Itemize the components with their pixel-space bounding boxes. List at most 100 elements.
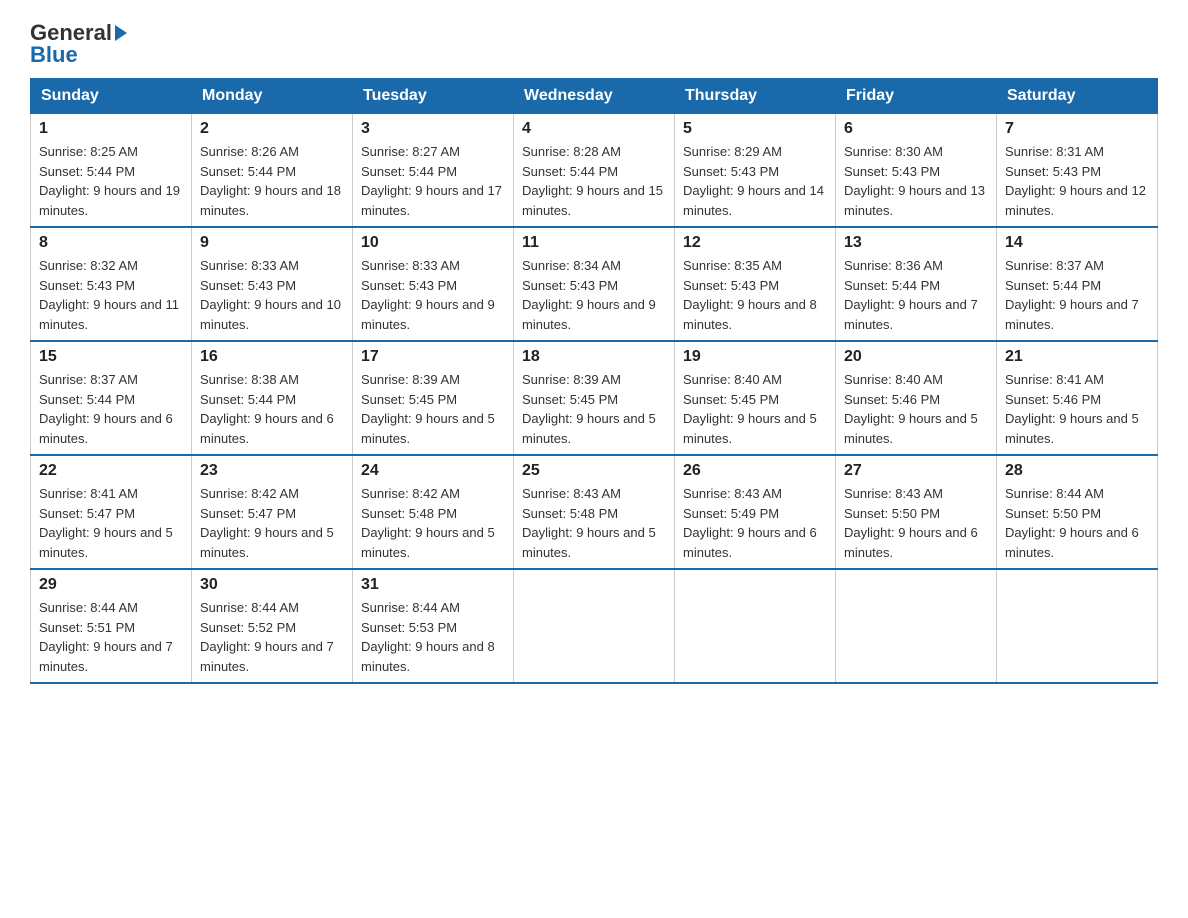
logo-arrow-icon xyxy=(115,25,127,41)
calendar-cell: 11 Sunrise: 8:34 AMSunset: 5:43 PMDaylig… xyxy=(514,227,675,341)
day-number: 13 xyxy=(844,234,988,252)
day-number: 19 xyxy=(683,348,827,366)
day-number: 31 xyxy=(361,576,505,594)
day-info: Sunrise: 8:26 AMSunset: 5:44 PMDaylight:… xyxy=(200,144,341,218)
day-info: Sunrise: 8:44 AMSunset: 5:50 PMDaylight:… xyxy=(1005,486,1139,560)
calendar-cell: 19 Sunrise: 8:40 AMSunset: 5:45 PMDaylig… xyxy=(675,341,836,455)
calendar-cell: 26 Sunrise: 8:43 AMSunset: 5:49 PMDaylig… xyxy=(675,455,836,569)
day-info: Sunrise: 8:43 AMSunset: 5:50 PMDaylight:… xyxy=(844,486,978,560)
calendar-cell: 14 Sunrise: 8:37 AMSunset: 5:44 PMDaylig… xyxy=(997,227,1158,341)
calendar-cell: 23 Sunrise: 8:42 AMSunset: 5:47 PMDaylig… xyxy=(192,455,353,569)
calendar-cell: 8 Sunrise: 8:32 AMSunset: 5:43 PMDayligh… xyxy=(31,227,192,341)
day-info: Sunrise: 8:43 AMSunset: 5:49 PMDaylight:… xyxy=(683,486,817,560)
calendar-cell: 12 Sunrise: 8:35 AMSunset: 5:43 PMDaylig… xyxy=(675,227,836,341)
day-info: Sunrise: 8:27 AMSunset: 5:44 PMDaylight:… xyxy=(361,144,502,218)
day-info: Sunrise: 8:44 AMSunset: 5:52 PMDaylight:… xyxy=(200,600,334,674)
logo-row2: Blue xyxy=(30,42,78,68)
calendar-cell: 21 Sunrise: 8:41 AMSunset: 5:46 PMDaylig… xyxy=(997,341,1158,455)
calendar-cell: 6 Sunrise: 8:30 AMSunset: 5:43 PMDayligh… xyxy=(836,114,997,228)
calendar-cell: 25 Sunrise: 8:43 AMSunset: 5:48 PMDaylig… xyxy=(514,455,675,569)
calendar-week-row: 29 Sunrise: 8:44 AMSunset: 5:51 PMDaylig… xyxy=(31,569,1158,683)
day-number: 2 xyxy=(200,120,344,138)
calendar-header-thursday: Thursday xyxy=(675,79,836,114)
calendar-week-row: 15 Sunrise: 8:37 AMSunset: 5:44 PMDaylig… xyxy=(31,341,1158,455)
calendar-cell: 17 Sunrise: 8:39 AMSunset: 5:45 PMDaylig… xyxy=(353,341,514,455)
day-info: Sunrise: 8:41 AMSunset: 5:47 PMDaylight:… xyxy=(39,486,173,560)
day-number: 20 xyxy=(844,348,988,366)
day-number: 7 xyxy=(1005,120,1149,138)
calendar-cell: 24 Sunrise: 8:42 AMSunset: 5:48 PMDaylig… xyxy=(353,455,514,569)
day-number: 26 xyxy=(683,462,827,480)
day-number: 8 xyxy=(39,234,183,252)
calendar-header-tuesday: Tuesday xyxy=(353,79,514,114)
calendar-cell: 3 Sunrise: 8:27 AMSunset: 5:44 PMDayligh… xyxy=(353,114,514,228)
calendar-cell: 9 Sunrise: 8:33 AMSunset: 5:43 PMDayligh… xyxy=(192,227,353,341)
day-number: 5 xyxy=(683,120,827,138)
day-number: 24 xyxy=(361,462,505,480)
day-number: 25 xyxy=(522,462,666,480)
calendar-cell: 13 Sunrise: 8:36 AMSunset: 5:44 PMDaylig… xyxy=(836,227,997,341)
day-info: Sunrise: 8:40 AMSunset: 5:46 PMDaylight:… xyxy=(844,372,978,446)
calendar-table: SundayMondayTuesdayWednesdayThursdayFrid… xyxy=(30,78,1158,684)
day-number: 22 xyxy=(39,462,183,480)
calendar-cell xyxy=(997,569,1158,683)
day-info: Sunrise: 8:37 AMSunset: 5:44 PMDaylight:… xyxy=(1005,258,1139,332)
day-number: 1 xyxy=(39,120,183,138)
calendar-cell: 29 Sunrise: 8:44 AMSunset: 5:51 PMDaylig… xyxy=(31,569,192,683)
calendar-cell: 18 Sunrise: 8:39 AMSunset: 5:45 PMDaylig… xyxy=(514,341,675,455)
page-header: General Blue xyxy=(30,20,1158,68)
day-info: Sunrise: 8:31 AMSunset: 5:43 PMDaylight:… xyxy=(1005,144,1146,218)
day-info: Sunrise: 8:42 AMSunset: 5:47 PMDaylight:… xyxy=(200,486,334,560)
calendar-week-row: 1 Sunrise: 8:25 AMSunset: 5:44 PMDayligh… xyxy=(31,114,1158,228)
calendar-cell: 1 Sunrise: 8:25 AMSunset: 5:44 PMDayligh… xyxy=(31,114,192,228)
calendar-cell: 10 Sunrise: 8:33 AMSunset: 5:43 PMDaylig… xyxy=(353,227,514,341)
day-number: 18 xyxy=(522,348,666,366)
day-info: Sunrise: 8:35 AMSunset: 5:43 PMDaylight:… xyxy=(683,258,817,332)
day-info: Sunrise: 8:44 AMSunset: 5:53 PMDaylight:… xyxy=(361,600,495,674)
calendar-header-saturday: Saturday xyxy=(997,79,1158,114)
day-info: Sunrise: 8:32 AMSunset: 5:43 PMDaylight:… xyxy=(39,258,179,332)
calendar-cell: 16 Sunrise: 8:38 AMSunset: 5:44 PMDaylig… xyxy=(192,341,353,455)
calendar-cell: 27 Sunrise: 8:43 AMSunset: 5:50 PMDaylig… xyxy=(836,455,997,569)
day-info: Sunrise: 8:36 AMSunset: 5:44 PMDaylight:… xyxy=(844,258,978,332)
day-info: Sunrise: 8:40 AMSunset: 5:45 PMDaylight:… xyxy=(683,372,817,446)
day-number: 21 xyxy=(1005,348,1149,366)
day-number: 30 xyxy=(200,576,344,594)
day-number: 15 xyxy=(39,348,183,366)
calendar-header-friday: Friday xyxy=(836,79,997,114)
calendar-cell: 5 Sunrise: 8:29 AMSunset: 5:43 PMDayligh… xyxy=(675,114,836,228)
calendar-cell: 15 Sunrise: 8:37 AMSunset: 5:44 PMDaylig… xyxy=(31,341,192,455)
calendar-header-sunday: Sunday xyxy=(31,79,192,114)
calendar-header-monday: Monday xyxy=(192,79,353,114)
calendar-cell xyxy=(675,569,836,683)
day-number: 28 xyxy=(1005,462,1149,480)
day-info: Sunrise: 8:43 AMSunset: 5:48 PMDaylight:… xyxy=(522,486,656,560)
day-number: 29 xyxy=(39,576,183,594)
calendar-cell xyxy=(836,569,997,683)
calendar-week-row: 22 Sunrise: 8:41 AMSunset: 5:47 PMDaylig… xyxy=(31,455,1158,569)
day-number: 3 xyxy=(361,120,505,138)
day-info: Sunrise: 8:28 AMSunset: 5:44 PMDaylight:… xyxy=(522,144,663,218)
day-number: 6 xyxy=(844,120,988,138)
day-number: 23 xyxy=(200,462,344,480)
day-number: 17 xyxy=(361,348,505,366)
day-info: Sunrise: 8:42 AMSunset: 5:48 PMDaylight:… xyxy=(361,486,495,560)
calendar-cell: 22 Sunrise: 8:41 AMSunset: 5:47 PMDaylig… xyxy=(31,455,192,569)
day-info: Sunrise: 8:41 AMSunset: 5:46 PMDaylight:… xyxy=(1005,372,1139,446)
day-info: Sunrise: 8:34 AMSunset: 5:43 PMDaylight:… xyxy=(522,258,656,332)
calendar-cell: 4 Sunrise: 8:28 AMSunset: 5:44 PMDayligh… xyxy=(514,114,675,228)
day-number: 11 xyxy=(522,234,666,252)
day-number: 16 xyxy=(200,348,344,366)
day-info: Sunrise: 8:39 AMSunset: 5:45 PMDaylight:… xyxy=(361,372,495,446)
day-number: 27 xyxy=(844,462,988,480)
calendar-header-row: SundayMondayTuesdayWednesdayThursdayFrid… xyxy=(31,79,1158,114)
logo: General Blue xyxy=(30,20,130,68)
day-info: Sunrise: 8:33 AMSunset: 5:43 PMDaylight:… xyxy=(361,258,495,332)
calendar-cell: 20 Sunrise: 8:40 AMSunset: 5:46 PMDaylig… xyxy=(836,341,997,455)
calendar-cell: 30 Sunrise: 8:44 AMSunset: 5:52 PMDaylig… xyxy=(192,569,353,683)
day-number: 14 xyxy=(1005,234,1149,252)
day-info: Sunrise: 8:37 AMSunset: 5:44 PMDaylight:… xyxy=(39,372,173,446)
day-info: Sunrise: 8:33 AMSunset: 5:43 PMDaylight:… xyxy=(200,258,341,332)
calendar-cell: 31 Sunrise: 8:44 AMSunset: 5:53 PMDaylig… xyxy=(353,569,514,683)
day-info: Sunrise: 8:39 AMSunset: 5:45 PMDaylight:… xyxy=(522,372,656,446)
